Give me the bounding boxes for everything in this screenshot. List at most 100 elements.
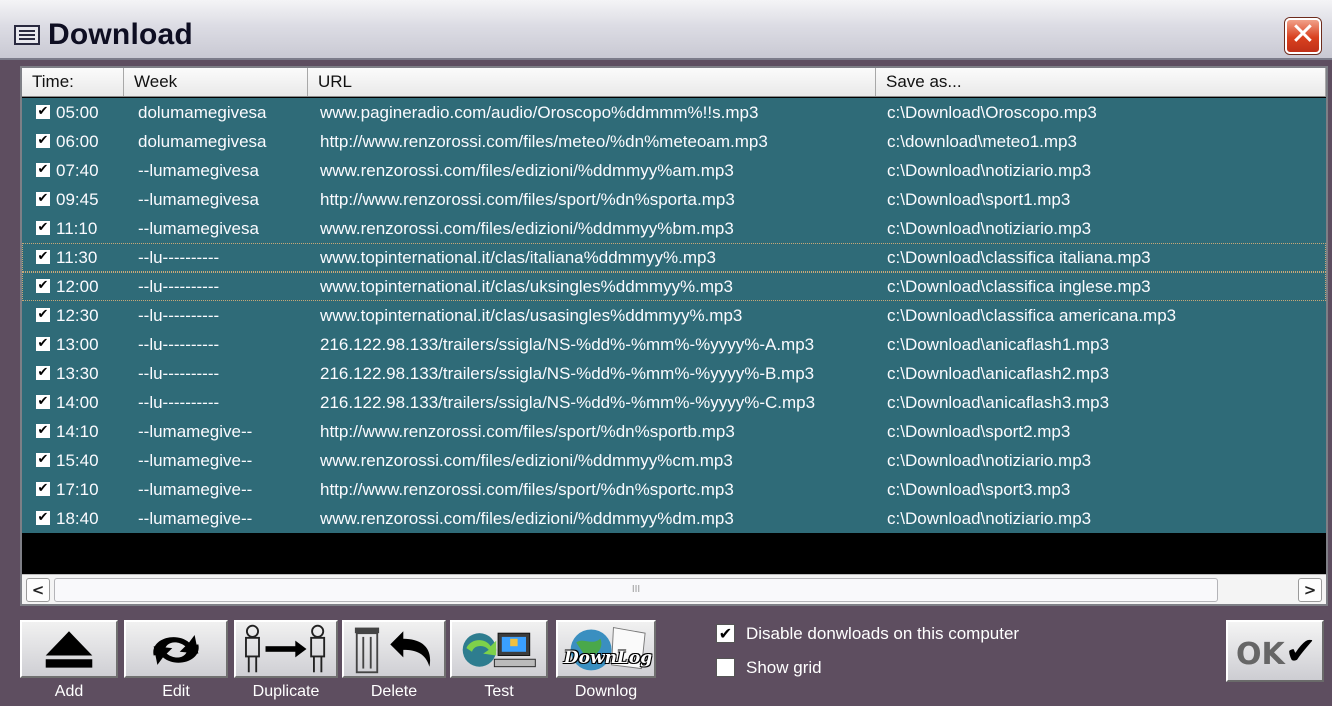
cell-time: 11:30 <box>56 248 98 267</box>
table-row[interactable]: ✔ 17:10 --lumamegive-- http://www.renzoross… <box>22 475 1326 504</box>
cell-url: www.renzorossi.com/files/edizioni/%ddmmy… <box>320 451 733 470</box>
cell-url: www.renzorossi.com/files/edizioni/%ddmmy… <box>320 161 734 180</box>
table-row[interactable]: ✔ 11:10 --lumamegivesa www.renzorossi.com/f… <box>22 214 1326 243</box>
cell-url: www.topinternational.it/clas/uksingles%d… <box>320 277 733 296</box>
cell-save-as: c:\Download\sport3.mp3 <box>887 480 1071 499</box>
row-enabled-checkbox[interactable]: ✔ <box>36 453 50 467</box>
cell-save-as: c:\Download\anicaflash3.mp3 <box>887 393 1110 412</box>
cell-save-as: c:\Download\sport1.mp3 <box>887 190 1071 209</box>
cell-time: 13:00 <box>56 335 99 354</box>
row-enabled-checkbox[interactable]: ✔ <box>36 250 50 264</box>
edit-label: Edit <box>162 683 190 700</box>
cell-week: --lu---------- <box>138 248 220 267</box>
cell-save-as: c:\Download\classifica italiana.mp3 <box>887 248 1151 267</box>
table-row[interactable]: ✔ 09:45 --lumamegivesa http://www.renzoross… <box>22 185 1326 214</box>
trash-undo-icon <box>354 627 431 674</box>
row-enabled-checkbox[interactable]: ✔ <box>36 221 50 235</box>
show-grid-checkbox[interactable] <box>716 658 735 677</box>
row-enabled-checkbox[interactable]: ✔ <box>36 192 50 206</box>
row-enabled-checkbox[interactable]: ✔ <box>36 511 50 525</box>
cell-time: 14:10 <box>56 422 99 441</box>
cell-time: 14:00 <box>56 393 99 412</box>
cell-url: http://www.renzorossi.com/files/sport/%d… <box>320 190 735 209</box>
refresh-arrows-icon <box>153 635 199 665</box>
table-row[interactable]: ✔ 11:30 --lu---------- www.topinternational… <box>22 243 1326 272</box>
list-header: Time: Week URL Save as... <box>22 68 1326 97</box>
table-row[interactable]: ✔ 13:00 --lu---------- 216.122.98.133/trail… <box>22 330 1326 359</box>
row-enabled-checkbox[interactable]: ✔ <box>36 163 50 177</box>
column-header-save-as[interactable]: Save as... <box>876 68 1326 96</box>
table-row[interactable]: ✔ 05:00 dolumamegivesa www.pagineradio.com/… <box>22 98 1326 127</box>
cell-save-as: c:\Download\notiziario.mp3 <box>887 509 1092 528</box>
disable-downloads-checkbox[interactable]: ✔ <box>716 624 735 643</box>
close-button[interactable]: ✕ <box>1285 18 1321 54</box>
delete-label: Delete <box>370 683 418 700</box>
eject-icon <box>45 631 93 668</box>
add-button[interactable] <box>20 620 118 678</box>
column-header-week[interactable]: Week <box>124 68 308 96</box>
row-enabled-checkbox[interactable]: ✔ <box>36 279 50 293</box>
horizontal-scrollbar[interactable]: < III > <box>22 574 1326 604</box>
duplicate-button[interactable] <box>234 620 338 678</box>
scroll-left-button[interactable]: < <box>26 578 50 602</box>
test-label: Test <box>484 683 514 700</box>
cell-url: 216.122.98.133/trailers/ssigla/NS-%dd%-%… <box>320 364 815 383</box>
table-row[interactable]: ✔ 12:00 --lu---------- www.topinternational… <box>22 272 1326 301</box>
table-row[interactable]: ✔ 15:40 --lumamegive-- www.renzorossi.com/f… <box>22 446 1326 475</box>
checkmark-icon: ✔ <box>1284 629 1317 673</box>
table-row[interactable]: ✔ 12:30 --lu---------- www.topinternational… <box>22 301 1326 330</box>
table-row[interactable]: ✔ 18:40 --lumamegive-- www.renzorossi.com/f… <box>22 504 1326 533</box>
cell-time: 17:10 <box>56 480 99 499</box>
column-header-url[interactable]: URL <box>308 68 876 96</box>
ok-label: OK <box>1236 637 1285 672</box>
edit-button[interactable] <box>124 620 228 678</box>
cell-save-as: c:\download\meteo1.mp3 <box>887 132 1077 151</box>
row-enabled-checkbox[interactable]: ✔ <box>36 482 50 496</box>
cell-week: --lu---------- <box>138 335 220 354</box>
download-schedule-list[interactable]: Time: Week URL Save as... ✔ 05:00 dolumame… <box>20 66 1328 606</box>
cell-week: dolumamegivesa <box>138 132 267 151</box>
duplicate-person-icon <box>245 624 326 673</box>
cell-week: --lu---------- <box>138 306 220 325</box>
ok-button[interactable]: OK✔ <box>1226 620 1324 682</box>
cell-week: --lumamegive-- <box>138 509 253 528</box>
scroll-thumb[interactable]: III <box>54 578 1218 602</box>
scroll-right-button[interactable]: > <box>1298 578 1322 602</box>
row-enabled-checkbox[interactable]: ✔ <box>36 395 50 409</box>
cell-url: www.pagineradio.com/audio/Oroscopo%ddmmm… <box>320 103 759 122</box>
cell-save-as: c:\Download\anicaflash2.mp3 <box>887 364 1110 383</box>
row-enabled-checkbox[interactable]: ✔ <box>36 105 50 119</box>
table-row[interactable]: ✔ 13:30 --lu---------- 216.122.98.133/trail… <box>22 359 1326 388</box>
cell-week: --lumamegivesa <box>138 219 259 238</box>
row-enabled-checkbox[interactable]: ✔ <box>36 134 50 148</box>
cell-url: http://www.renzorossi.com/files/sport/%d… <box>320 480 734 499</box>
cell-time: 06:00 <box>56 132 99 151</box>
computer-lock-icon <box>462 632 536 668</box>
show-grid-label: Show grid <box>746 658 822 677</box>
cell-url: 216.122.98.133/trailers/ssigla/NS-%dd%-%… <box>320 335 815 354</box>
table-row[interactable]: ✔ 06:00 dolumamegivesa http://www.renzoross… <box>22 127 1326 156</box>
row-enabled-checkbox[interactable]: ✔ <box>36 308 50 322</box>
test-button[interactable] <box>450 620 548 678</box>
cell-save-as: c:\Download\notiziario.mp3 <box>887 161 1092 180</box>
cell-url: www.topinternational.it/clas/usasingles%… <box>320 306 743 325</box>
downlog-button[interactable]: DownLog <box>556 620 656 678</box>
cell-week: --lumamegivesa <box>138 161 259 180</box>
downlog-label: Downlog <box>574 683 638 700</box>
cell-save-as: c:\Download\classifica americana.mp3 <box>887 306 1177 325</box>
table-row[interactable]: ✔ 14:10 --lumamegive-- http://www.renzoross… <box>22 417 1326 446</box>
row-enabled-checkbox[interactable]: ✔ <box>36 337 50 351</box>
add-label: Add <box>54 683 84 700</box>
delete-button[interactable] <box>342 620 446 678</box>
table-row[interactable]: ✔ 14:00 --lu---------- 216.122.98.133/trail… <box>22 388 1326 417</box>
cell-week: --lumamegivesa <box>138 190 259 209</box>
column-header-time[interactable]: Time: <box>22 68 124 96</box>
cell-time: 09:45 <box>56 190 99 209</box>
table-row[interactable]: ✔ 07:40 --lumamegivesa www.renzorossi.com/f… <box>22 156 1326 185</box>
row-enabled-checkbox[interactable]: ✔ <box>36 424 50 438</box>
cell-save-as: c:\Download\classifica inglese.mp3 <box>887 277 1151 296</box>
cell-url: www.renzorossi.com/files/edizioni/%ddmmy… <box>320 219 734 238</box>
cell-time: 15:40 <box>56 451 99 470</box>
disable-downloads-label: Disable donwloads on this computer <box>746 624 1020 643</box>
row-enabled-checkbox[interactable]: ✔ <box>36 366 50 380</box>
